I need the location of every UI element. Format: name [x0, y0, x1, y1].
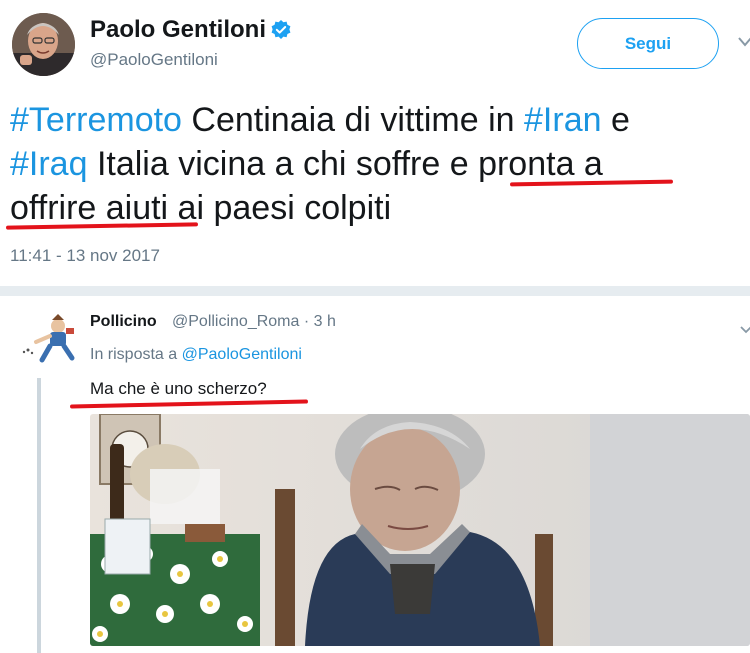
- in-reply-to-link[interactable]: @PaoloGentiloni: [182, 346, 302, 363]
- main-tweet: Paolo Gentiloni @PaoloGentiloni Segui #T…: [0, 0, 750, 290]
- hashtag-iraq[interactable]: #Iraq: [10, 145, 88, 183]
- divider: [0, 286, 750, 296]
- hashtag-iran[interactable]: #Iran: [524, 101, 602, 139]
- timestamp[interactable]: 11:41 - 13 nov 2017: [10, 246, 160, 266]
- reply-author-name[interactable]: Pollicino: [90, 313, 157, 331]
- red-underline: [69, 399, 309, 409]
- verified-icon: [271, 20, 291, 40]
- avatar[interactable]: [12, 13, 75, 76]
- follow-button[interactable]: Segui: [577, 18, 719, 69]
- tweet-text: #Terremoto Centinaia di vittime in #Iran…: [10, 101, 630, 227]
- reply-author-handle[interactable]: @Pollicino_Roma · 3 h: [172, 313, 336, 331]
- thread-line: [37, 378, 41, 653]
- avatar[interactable]: [20, 312, 80, 370]
- chevron-down-icon[interactable]: [740, 321, 750, 334]
- chevron-down-icon[interactable]: [738, 34, 750, 47]
- in-reply-to: In risposta a @PaoloGentiloni: [90, 346, 302, 363]
- reply-text: Ma che è uno scherzo?: [90, 379, 267, 398]
- author-handle[interactable]: @PaoloGentiloni: [90, 50, 218, 70]
- author-name[interactable]: Paolo Gentiloni: [90, 16, 266, 44]
- attached-photo[interactable]: [90, 414, 750, 646]
- reply-tweet: Pollicino @Pollicino_Roma · 3 h In rispo…: [0, 296, 750, 653]
- hashtag-terremoto[interactable]: #Terremoto: [10, 101, 182, 139]
